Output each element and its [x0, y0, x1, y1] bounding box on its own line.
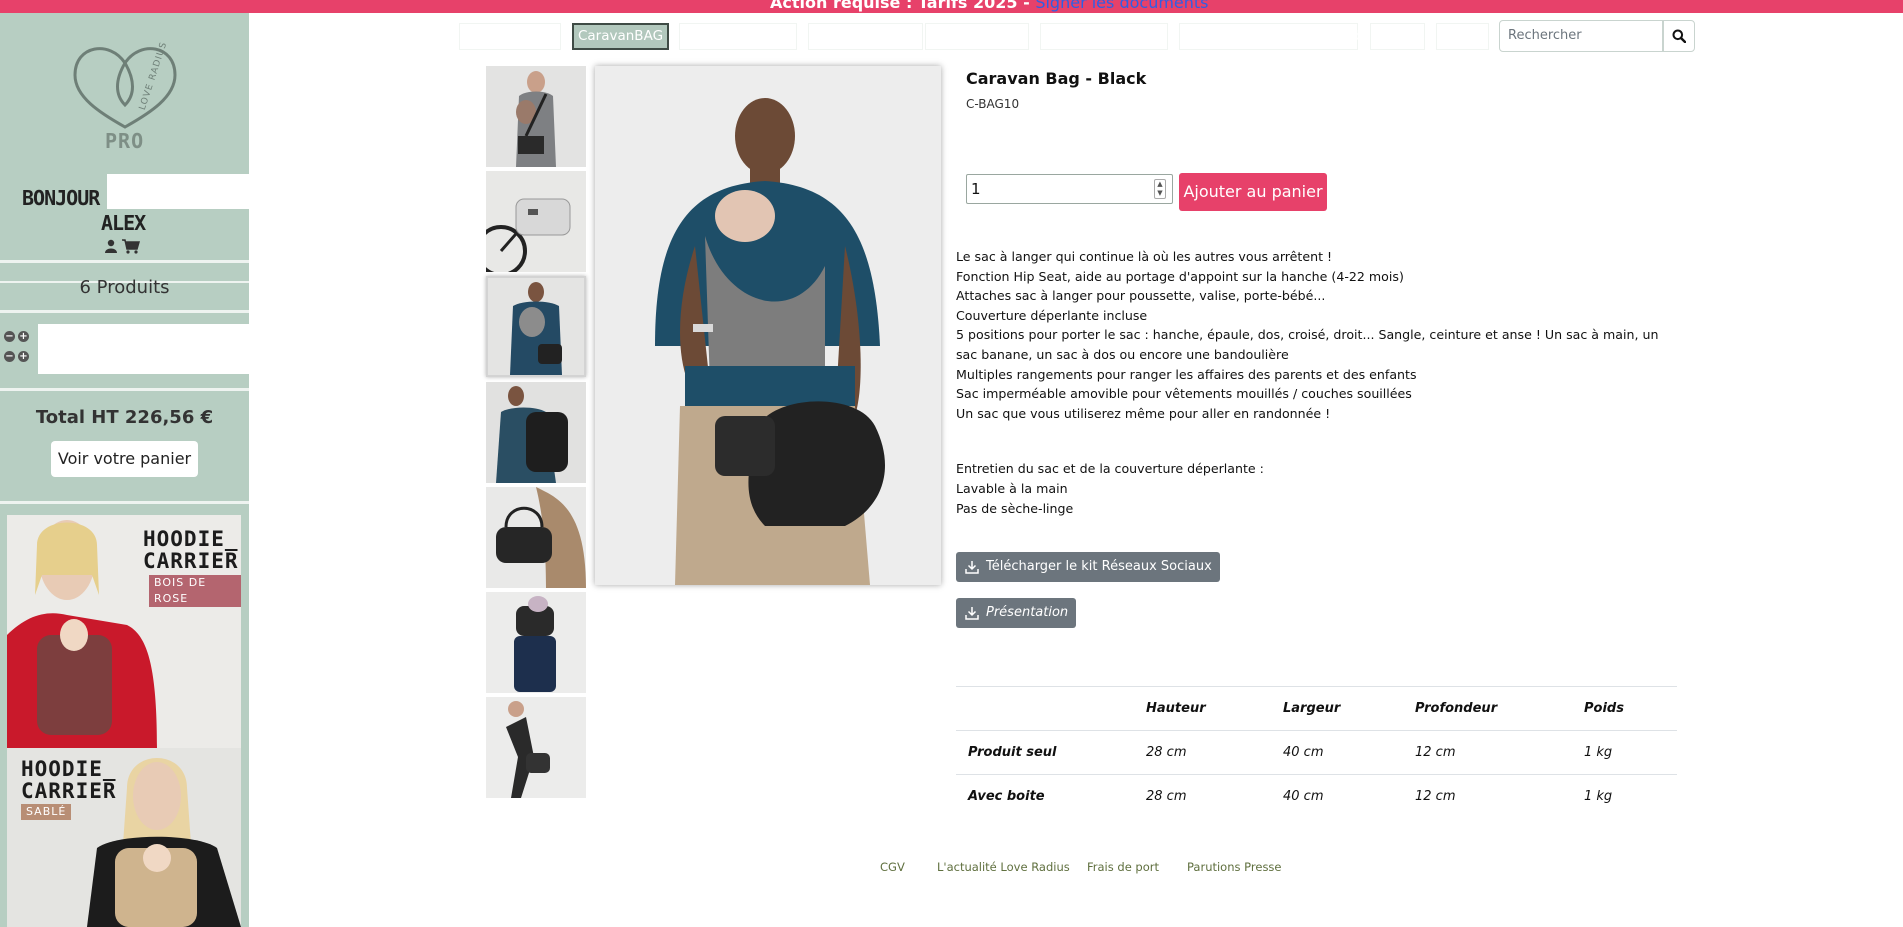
quantity-value: 1 — [971, 180, 981, 198]
specs-cell: 40 cm — [1271, 730, 1403, 775]
pro-label: PRO — [105, 129, 145, 153]
specs-cell: 1 kg — [1572, 730, 1677, 775]
download-presentation-button[interactable]: Présentation — [956, 598, 1077, 628]
quantity-input[interactable]: 1 ▲ ▼ — [966, 174, 1173, 204]
quantity-stepper[interactable]: ▲ ▼ — [1154, 179, 1166, 199]
minus-icon[interactable]: − — [4, 351, 15, 362]
footer-link-actualite[interactable]: L'actualité Love Radius — [937, 860, 1070, 874]
download-icon — [965, 607, 979, 620]
product-title: Caravan Bag - Black — [966, 69, 1147, 88]
footer-link-frais-de-port[interactable]: Frais de port — [1087, 860, 1159, 874]
cart-icon[interactable] — [122, 239, 140, 254]
search-input[interactable]: Rechercher — [1499, 20, 1663, 52]
product-thumbnail[interactable] — [486, 697, 586, 798]
download-social-kit-label: Télécharger le kit Réseaux Sociaux — [986, 559, 1212, 574]
ad-banner-sable[interactable]: HOODIE_ CARRIER SABLÉ — [7, 748, 241, 927]
footer-link-cgv[interactable]: CGV — [880, 860, 905, 874]
specs-row-header: Avec boite — [956, 774, 1134, 819]
ad-title: HOODIE_ CARRIER — [143, 527, 239, 573]
tab-physiocarrier[interactable]: PhysioCarrier — [925, 23, 1029, 50]
search-button[interactable] — [1663, 20, 1695, 52]
table-row: Produit seul 28 cm 40 cm 12 cm 1 kg — [956, 730, 1677, 775]
greeting-blank — [107, 174, 249, 209]
product-thumbnail-selected[interactable] — [486, 276, 586, 377]
ad-tag: BOIS DE ROSE — [149, 575, 241, 607]
sidebar-divider — [0, 501, 249, 504]
description-line: Fonction Hip Seat, aide au portage d'app… — [956, 268, 1404, 284]
specs-table: Hauteur Largeur Profondeur Poids Produit… — [956, 686, 1677, 819]
download-social-kit-button[interactable]: Télécharger le kit Réseaux Sociaux — [956, 552, 1220, 582]
user-icons — [104, 239, 140, 254]
products-count: 6 Produits — [79, 277, 170, 298]
description-line: Couverture déperlante incluse — [956, 307, 1148, 323]
product-description: Le sac à langer qui continue là où les a… — [956, 247, 1676, 518]
plus-icon[interactable]: + — [18, 351, 29, 362]
footer-link-parutions-presse[interactable]: Parutions Presse — [1187, 860, 1282, 874]
specs-cell: 12 cm — [1403, 730, 1572, 775]
specs-header-cell — [956, 686, 1134, 731]
care-line: Pas de sèche-linge — [956, 500, 1074, 516]
qty-controls: − + — [4, 351, 29, 362]
description-line: 5 positions pour porter le sac : hanche,… — [956, 327, 1659, 362]
ad-title: HOODIE_ CARRIER — [21, 757, 117, 803]
specs-header-cell: Hauteur — [1134, 686, 1271, 731]
tab-sweat-du-parent[interactable]: Sweat du Parent — [679, 23, 797, 50]
plus-icon[interactable]: + — [18, 331, 29, 342]
ad-tag: SABLÉ — [21, 804, 72, 820]
care-line: Lavable à la main — [956, 480, 1068, 496]
description-line: Un sac que vous utiliserez même pour all… — [956, 405, 1331, 421]
search-icon — [1672, 29, 1686, 43]
tab-boite[interactable]: Boite — [1436, 23, 1489, 50]
banner-link[interactable]: Signer les documents — [1035, 0, 1208, 12]
specs-cell: 28 cm — [1134, 730, 1271, 775]
tab-originale-jpmbb[interactable]: L'Originale JPMBB — [1040, 23, 1168, 50]
description-line: Sac imperméable amovible pour vêtements … — [956, 386, 1412, 402]
product-thumbnail[interactable] — [486, 592, 586, 693]
ad-banner-bois-de-rose[interactable]: HOODIE_ CARRIER BOIS DE ROSE — [7, 515, 241, 748]
specs-header-cell: Profondeur — [1403, 686, 1572, 731]
product-thumbnail[interactable] — [486, 66, 586, 167]
tab-hoodiecarrier[interactable]: HoodieCarrier — [808, 23, 923, 50]
download-presentation-label: Présentation — [986, 605, 1069, 620]
tab-petite-echarpe[interactable]: Petite Écharpe Sans Nœud — [1179, 23, 1360, 50]
sidebar-divider — [0, 260, 249, 263]
specs-cell: 1 kg — [1572, 774, 1677, 819]
qty-controls: − + — [4, 331, 29, 342]
specs-cell: 12 cm — [1403, 774, 1572, 819]
view-cart-button[interactable]: Voir votre panier — [51, 441, 198, 477]
top-banner: Action requise : Tarifs 2025 - Signer le… — [0, 0, 1903, 13]
product-thumbnail[interactable] — [486, 487, 586, 588]
specs-cell: 28 cm — [1134, 774, 1271, 819]
sidebar: LOVE RADIUS PRO BONJOUR ALEX 6 Produits … — [0, 13, 249, 927]
tab-tout-montrer[interactable]: Tout Montrer — [459, 23, 561, 50]
tab-caravanbag[interactable]: CaravanBAG — [572, 23, 669, 50]
specs-header-cell: Poids — [1572, 686, 1677, 731]
product-main-image[interactable] — [595, 66, 941, 585]
table-row: Avec boite 28 cm 40 cm 12 cm 1 kg — [956, 774, 1677, 819]
specs-cell: 40 cm — [1271, 774, 1403, 819]
banner-text: Action requise : Tarifs 2025 - — [770, 0, 1036, 12]
description-line: Attaches sac à langer pour poussette, va… — [956, 288, 1326, 304]
sidebar-divider — [0, 388, 249, 391]
user-icon[interactable] — [104, 239, 118, 253]
minus-icon[interactable]: − — [4, 331, 15, 342]
description-line: Multiples rangements pour ranger les aff… — [956, 366, 1417, 382]
download-icon — [965, 561, 979, 574]
specs-header-row: Hauteur Largeur Profondeur Poids — [956, 686, 1677, 731]
cart-total: Total HT 226,56 € — [35, 407, 214, 428]
product-thumbnail[interactable] — [486, 171, 586, 272]
cart-items-area — [38, 324, 249, 374]
specs-row-header: Produit seul — [956, 730, 1134, 775]
tab-basic[interactable]: BASIC — [1370, 23, 1425, 50]
product-sku: C-BAG10 — [966, 97, 1020, 111]
description-line: Le sac à langer qui continue là où les a… — [956, 249, 1333, 264]
sidebar-divider — [0, 310, 249, 313]
care-line: Entretien du sac et de la couverture dép… — [956, 461, 1264, 477]
user-name: ALEX — [101, 211, 146, 235]
greeting: BONJOUR — [22, 186, 100, 210]
product-thumbnail[interactable] — [486, 382, 586, 483]
add-to-cart-button[interactable]: Ajouter au panier — [1179, 173, 1327, 211]
specs-header-cell: Largeur — [1271, 686, 1403, 731]
